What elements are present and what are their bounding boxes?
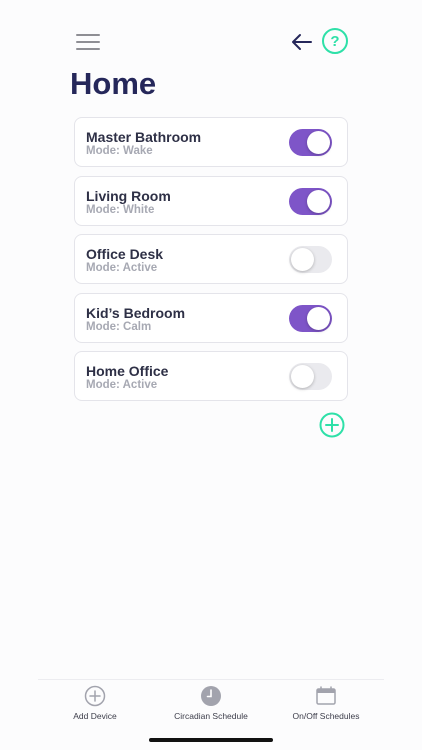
device-name: Office Desk bbox=[86, 246, 164, 262]
tab-on-off-schedules[interactable]: On/Off Schedules bbox=[271, 685, 381, 721]
device-list: Master Bathroom Mode: Wake Living Room M… bbox=[74, 117, 348, 410]
toggle-knob bbox=[307, 189, 330, 213]
device-mode: Mode: White bbox=[86, 203, 155, 216]
tab-circadian-schedule[interactable]: Circadian Schedule bbox=[156, 685, 266, 721]
device-card-home-office[interactable]: Home Office Mode: Active bbox=[74, 351, 348, 401]
device-mode: Mode: Active bbox=[86, 379, 158, 391]
arrow-left-icon[interactable] bbox=[290, 30, 314, 54]
header: ? bbox=[74, 28, 348, 56]
home-indicator bbox=[149, 738, 273, 742]
device-mode: Mode: Active bbox=[86, 262, 158, 274]
toggle-knob bbox=[291, 248, 314, 271]
tab-label: Add Device bbox=[73, 711, 117, 721]
toggle-knob bbox=[307, 306, 330, 330]
page-title: Home bbox=[70, 66, 157, 101]
device-card-kids-bedroom[interactable]: Kid’s Bedroom Mode: Calm bbox=[74, 292, 348, 343]
device-mode: Mode: Calm bbox=[86, 320, 152, 333]
device-name: Kid’s Bedroom bbox=[86, 304, 186, 321]
hamburger-menu-icon[interactable] bbox=[76, 34, 100, 50]
plus-circle-icon bbox=[84, 685, 106, 707]
device-name: Master Bathroom bbox=[86, 129, 202, 145]
device-card-master-bathroom[interactable]: Master Bathroom Mode: Wake bbox=[74, 117, 348, 167]
tab-label: On/Off Schedules bbox=[292, 711, 360, 721]
clock-icon bbox=[201, 686, 221, 706]
power-toggle[interactable] bbox=[289, 246, 332, 273]
help-icon: ? bbox=[330, 32, 340, 50]
device-name: Home Office bbox=[86, 363, 169, 379]
tab-add-device[interactable]: Add Device bbox=[40, 685, 150, 721]
device-name: Living Room bbox=[86, 187, 171, 204]
help-button[interactable]: ? bbox=[322, 28, 348, 54]
device-card-office-desk[interactable]: Office Desk Mode: Active bbox=[74, 234, 348, 284]
toggle-knob bbox=[307, 131, 330, 154]
power-toggle[interactable] bbox=[289, 129, 332, 156]
device-card-living-room[interactable]: Living Room Mode: White bbox=[74, 175, 348, 226]
bottom-tab-bar: Add Device Circadian Schedule On/Off Sch… bbox=[38, 679, 384, 724]
tab-label: Circadian Schedule bbox=[174, 711, 248, 721]
toggle-knob bbox=[291, 365, 314, 388]
power-toggle[interactable] bbox=[289, 363, 332, 390]
add-device-plus-icon[interactable] bbox=[319, 412, 345, 438]
calendar-icon bbox=[316, 686, 336, 705]
device-mode: Mode: Wake bbox=[86, 145, 153, 157]
power-toggle[interactable] bbox=[289, 304, 332, 332]
power-toggle[interactable] bbox=[289, 187, 332, 215]
